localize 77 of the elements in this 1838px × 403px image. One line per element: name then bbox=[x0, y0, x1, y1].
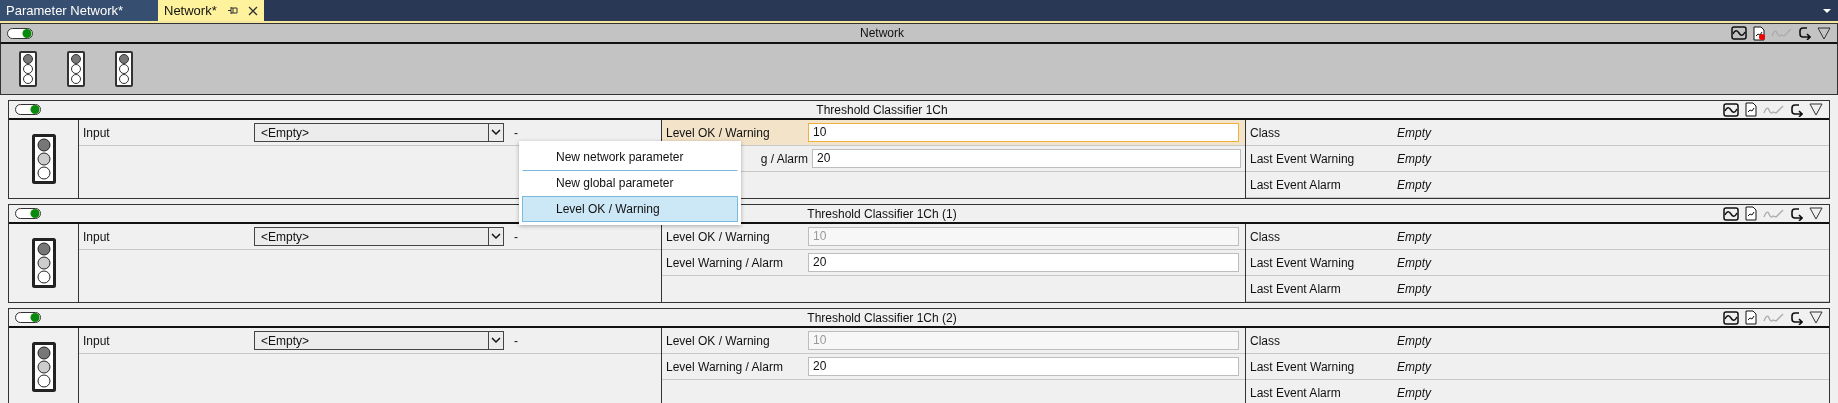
chart-icon[interactable] bbox=[1723, 102, 1739, 117]
panel-title: Network bbox=[860, 26, 904, 40]
caret-icon[interactable] bbox=[488, 331, 503, 350]
pin-icon[interactable] bbox=[226, 6, 238, 15]
block-title: Threshold Classifier 1Ch (2) bbox=[807, 310, 957, 325]
traffic-light-icon bbox=[31, 342, 56, 392]
redo-icon[interactable] bbox=[1791, 310, 1803, 325]
filter-icon[interactable] bbox=[1809, 311, 1823, 324]
document-icon[interactable] bbox=[1745, 310, 1757, 325]
output-value: Empty bbox=[1397, 151, 1431, 166]
menu-item[interactable]: New network parameter bbox=[522, 144, 738, 170]
level-input-field[interactable]: 20 bbox=[812, 149, 1241, 168]
toggle-switch[interactable] bbox=[15, 208, 41, 219]
output-value: Empty bbox=[1397, 125, 1431, 140]
output-label: Class bbox=[1250, 333, 1281, 348]
field-label: Level OK / Warning bbox=[666, 229, 771, 244]
field-label: Input bbox=[83, 333, 111, 348]
block-title: Threshold Classifier 1Ch (1) bbox=[807, 206, 957, 221]
chart-icon[interactable] bbox=[1723, 310, 1739, 325]
output-label: Last Event Alarm bbox=[1250, 177, 1342, 192]
tab-label: Parameter Network* bbox=[6, 3, 124, 18]
output-value: Empty bbox=[1397, 255, 1431, 270]
menu-item[interactable]: Level OK / Warning bbox=[522, 196, 738, 222]
tab-label: Network* bbox=[164, 3, 217, 18]
unit-label: - bbox=[514, 229, 518, 244]
chart-icon[interactable] bbox=[1723, 206, 1739, 221]
redo-icon[interactable] bbox=[1791, 102, 1803, 117]
document-icon[interactable] bbox=[1745, 206, 1757, 221]
unit-label: - bbox=[514, 333, 518, 348]
traffic-light-icon bbox=[115, 51, 133, 87]
output-value: Empty bbox=[1397, 359, 1431, 374]
document-tab[interactable]: Network* bbox=[158, 0, 264, 21]
toggle-switch[interactable] bbox=[15, 312, 41, 323]
block-title: Threshold Classifier 1Ch bbox=[816, 102, 948, 117]
output-label: Last Event Alarm bbox=[1250, 281, 1342, 296]
document-icon[interactable] bbox=[1753, 25, 1765, 41]
redo-icon[interactable] bbox=[1791, 206, 1803, 221]
field-label: Level OK / Warning bbox=[666, 125, 771, 140]
output-label: Class bbox=[1250, 125, 1281, 140]
caret-icon[interactable] bbox=[488, 123, 503, 142]
traffic-light-icon bbox=[31, 134, 56, 184]
input-dropdown[interactable]: <Empty> bbox=[254, 331, 504, 350]
level-input-field[interactable]: 20 bbox=[808, 357, 1239, 376]
output-label: Last Event Warning bbox=[1250, 359, 1356, 374]
traffic-light-icon bbox=[19, 51, 37, 87]
toggle-switch[interactable] bbox=[15, 104, 41, 115]
filter-icon[interactable] bbox=[1817, 26, 1831, 40]
traffic-light-icon bbox=[67, 51, 85, 87]
output-label: Last Event Warning bbox=[1250, 255, 1356, 270]
unit-label: - bbox=[514, 125, 518, 140]
chart-icon[interactable] bbox=[1731, 26, 1747, 40]
level-input-field[interactable]: 20 bbox=[808, 253, 1239, 272]
redo-icon[interactable] bbox=[1799, 26, 1811, 40]
output-label: Class bbox=[1250, 229, 1281, 244]
filter-icon[interactable] bbox=[1809, 207, 1823, 220]
output-value: Empty bbox=[1397, 229, 1431, 244]
output-value: Empty bbox=[1397, 385, 1431, 400]
field-label: Level Warning / Alarm bbox=[666, 359, 784, 374]
field-label: Input bbox=[83, 229, 111, 244]
caret-icon[interactable] bbox=[488, 227, 503, 246]
output-label: Last Event Alarm bbox=[1250, 385, 1342, 400]
output-label: Last Event Warning bbox=[1250, 151, 1356, 166]
input-dropdown[interactable]: <Empty> bbox=[254, 227, 504, 246]
output-value: Empty bbox=[1397, 333, 1431, 348]
traffic-light-icon bbox=[31, 238, 56, 288]
toggle-switch[interactable] bbox=[7, 27, 33, 39]
close-icon[interactable] bbox=[247, 5, 258, 16]
input-dropdown[interactable]: <Empty> bbox=[254, 123, 504, 142]
level-input-field[interactable]: 10 bbox=[808, 123, 1239, 142]
field-label: Level OK / Warning bbox=[666, 333, 771, 348]
field-label: Level Warning / Alarm bbox=[666, 255, 784, 270]
output-value: Empty bbox=[1397, 281, 1431, 296]
filter-icon[interactable] bbox=[1809, 103, 1823, 116]
document-icon[interactable] bbox=[1745, 102, 1757, 117]
document-tab[interactable]: Parameter Network* bbox=[0, 0, 158, 21]
output-value: Empty bbox=[1397, 177, 1431, 192]
field-label: Input bbox=[83, 125, 111, 140]
